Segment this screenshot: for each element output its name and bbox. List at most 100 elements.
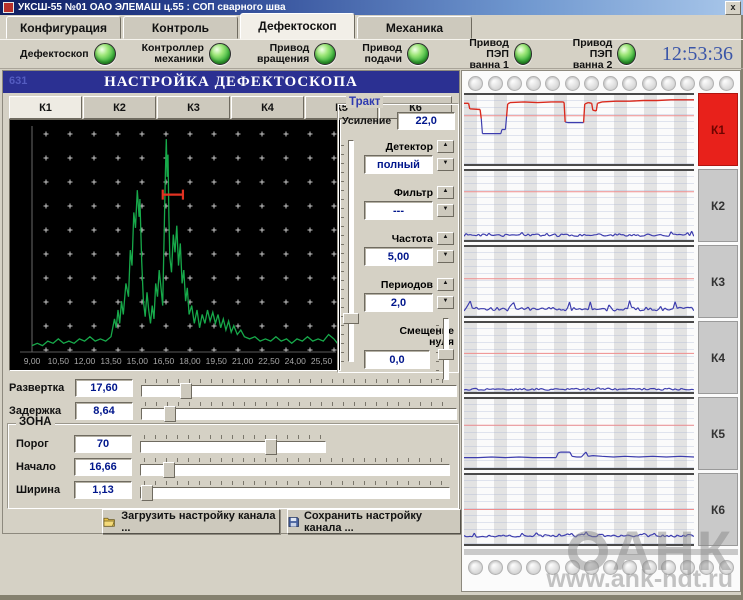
perforation-hole bbox=[468, 76, 483, 91]
zone-group-title: ЗОНА bbox=[16, 416, 55, 428]
save-channel-settings-button[interactable]: Сохранить настройку канала ... bbox=[287, 509, 461, 534]
status-indicator-6: Привод ПЭП ванна 2 bbox=[558, 38, 635, 71]
strip-band-k4: К4 bbox=[464, 321, 738, 394]
perforation-hole bbox=[526, 560, 541, 575]
channel-tab-k2[interactable]: К2 bbox=[83, 96, 156, 119]
main-tab-bar: КонфигурацияКонтрольДефектоскопМеханика bbox=[0, 15, 743, 40]
perforation-hole bbox=[680, 76, 695, 91]
strip-channel-label-k1[interactable]: К1 bbox=[698, 93, 738, 166]
scope-x-tick-label: 15,00 bbox=[127, 356, 148, 366]
perforation-hole bbox=[603, 76, 618, 91]
strip-band-k3: К3 bbox=[464, 245, 738, 318]
zone-row-3: Ширина1,13 bbox=[16, 479, 450, 500]
zone-1-slider-ticks bbox=[144, 435, 322, 439]
scope-x-tick-label: 21,00 bbox=[232, 356, 253, 366]
zone-2-slider-thumb[interactable] bbox=[163, 462, 175, 478]
strip-channel-label-k6[interactable]: К6 bbox=[698, 473, 738, 546]
open-folder-icon bbox=[103, 516, 116, 528]
zone-group: ЗОНА Порог70Начало16,66Ширина1,13 bbox=[7, 423, 459, 509]
spin-down-icon[interactable]: ▼ bbox=[437, 250, 454, 263]
spin-down-icon[interactable]: ▼ bbox=[437, 296, 454, 309]
strip-band-k1: К1 bbox=[464, 93, 738, 166]
scope-x-axis: 9,0010,5012,0013,5015,0016,5018,0019,502… bbox=[10, 356, 340, 369]
status-led-icon bbox=[209, 43, 231, 65]
zone-3-slider[interactable] bbox=[140, 481, 450, 499]
main-tab-4[interactable]: Механика bbox=[357, 16, 472, 39]
zone-row-1: Порог70 bbox=[16, 433, 450, 454]
strip-plot-k2 bbox=[464, 169, 694, 242]
zero-offset-slider[interactable] bbox=[436, 318, 454, 380]
perforation-hole bbox=[680, 560, 695, 575]
strip-plot-k4 bbox=[464, 321, 694, 394]
perforation-hole bbox=[488, 76, 503, 91]
delay-slider[interactable] bbox=[141, 402, 457, 420]
zone-3-slider-thumb[interactable] bbox=[141, 485, 153, 501]
zone-2-label: Начало bbox=[16, 461, 74, 473]
delay-slider-thumb[interactable] bbox=[164, 406, 176, 422]
gain-slider-ticks bbox=[341, 140, 344, 362]
perforation-hole bbox=[526, 76, 541, 91]
zone-1-slider[interactable] bbox=[140, 435, 326, 453]
panel-title: НАСТРОЙКА ДЕФЕКТОСКОПА bbox=[104, 74, 358, 91]
gain-slider[interactable] bbox=[341, 140, 359, 362]
scope-x-tick-label: 19,50 bbox=[206, 356, 227, 366]
status-indicator-label: Привод ПЭП ванна 1 bbox=[455, 38, 509, 71]
status-indicator-label: Дефектоскоп bbox=[20, 49, 89, 60]
status-led-icon bbox=[94, 43, 116, 65]
delay-label: Задержка bbox=[9, 405, 75, 417]
spin-up-icon[interactable]: ▲ bbox=[437, 140, 454, 153]
perforation-hole bbox=[622, 560, 637, 575]
spin-down-icon[interactable]: ▼ bbox=[437, 158, 454, 171]
main-tab-3[interactable]: Дефектоскоп bbox=[240, 13, 355, 39]
channel-tab-k1[interactable]: К1 bbox=[9, 96, 82, 119]
perforation-hole bbox=[584, 76, 599, 91]
strip-trace-k6 bbox=[464, 475, 694, 544]
app-window: УКСШ-55 №01 ОАО ЭЛЕМАШ ц.55 : СОП сварно… bbox=[0, 0, 743, 600]
strip-trace-k2 bbox=[464, 171, 694, 240]
perforation-hole bbox=[719, 560, 734, 575]
spin-down-icon[interactable]: ▼ bbox=[437, 204, 454, 217]
tract-field-label: Фильтр bbox=[394, 187, 433, 199]
panel-id: 631 bbox=[9, 75, 27, 87]
sweep-slider[interactable] bbox=[141, 379, 457, 397]
channel-tab-k4[interactable]: К4 bbox=[231, 96, 304, 119]
load-channel-settings-button[interactable]: Загрузить настройку канала ... bbox=[102, 509, 280, 534]
strip-plot-k5 bbox=[464, 397, 694, 470]
strip-channel-label-k4[interactable]: К4 bbox=[698, 321, 738, 394]
zone-1-value: 70 bbox=[74, 435, 132, 453]
status-led-icon bbox=[514, 43, 533, 65]
spin-up-icon[interactable]: ▲ bbox=[437, 232, 454, 245]
strip-channel-label-k3[interactable]: К3 bbox=[698, 245, 738, 318]
perforation-hole bbox=[603, 560, 618, 575]
tract-field-1: Детектор▲полный▼ bbox=[364, 140, 454, 174]
main-tab-2[interactable]: Контроль bbox=[123, 16, 238, 39]
zone-2-slider[interactable] bbox=[140, 458, 450, 476]
perforation-hole bbox=[642, 76, 657, 91]
strip-band-k6: К6 bbox=[464, 473, 738, 546]
spin-up-icon[interactable]: ▲ bbox=[437, 278, 454, 291]
defectoscope-settings-panel: 631 НАСТРОЙКА ДЕФЕКТОСКОПА К1К2К3К4К5К6 … bbox=[2, 70, 460, 534]
main-tab-1[interactable]: Конфигурация bbox=[6, 16, 121, 39]
ascan-plot bbox=[10, 120, 340, 356]
delay-value: 8,64 bbox=[75, 402, 133, 420]
scope-x-tick-label: 22,50 bbox=[258, 356, 279, 366]
spin-up-icon[interactable]: ▲ bbox=[437, 186, 454, 199]
save-disk-icon bbox=[288, 516, 299, 528]
strip-channel-label-k2[interactable]: К2 bbox=[698, 169, 738, 242]
gain-value: 22,0 bbox=[397, 112, 455, 130]
zone-1-slider-thumb[interactable] bbox=[265, 439, 277, 455]
close-icon[interactable]: x bbox=[725, 1, 741, 15]
status-indicator-1: Дефектоскоп bbox=[20, 43, 116, 65]
scope-x-tick-label: 25,50 bbox=[311, 356, 332, 366]
perforation-hole bbox=[507, 560, 522, 575]
zero-offset-slider-thumb[interactable] bbox=[438, 349, 454, 360]
tract-field-value: 5,00 bbox=[364, 247, 433, 266]
zone-3-label: Ширина bbox=[16, 484, 74, 496]
strip-channel-label-k5[interactable]: К5 bbox=[698, 397, 738, 470]
channel-tab-k3[interactable]: К3 bbox=[157, 96, 230, 119]
strip-footer-bar bbox=[464, 549, 738, 555]
status-led-icon bbox=[617, 43, 636, 65]
perforation-hole bbox=[545, 76, 560, 91]
sweep-slider-thumb[interactable] bbox=[180, 383, 192, 399]
gain-slider-thumb[interactable] bbox=[343, 313, 359, 324]
